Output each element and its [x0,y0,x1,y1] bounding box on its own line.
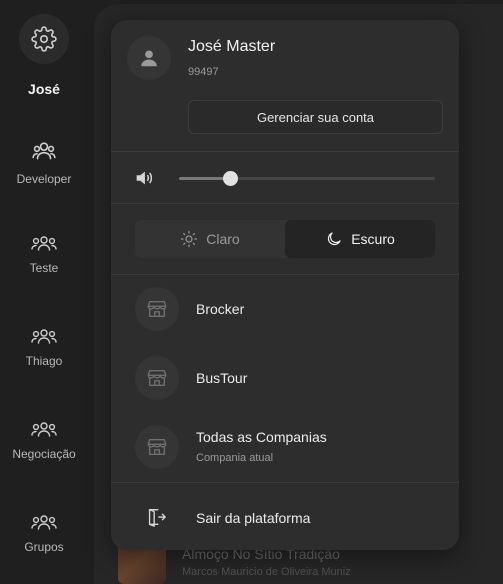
account-menu-panel: José Master 99497 Gerenciar sua conta Cl… [111,20,459,550]
group-icon [31,422,57,437]
users-gear-icon [32,142,56,160]
user-icon [141,50,157,67]
theme-section: Claro Escuro [111,204,459,275]
volume-control [111,152,459,204]
sidebar-user-label: José [28,81,60,97]
sidebar-item-teste[interactable]: Teste [0,232,88,275]
gear-icon [31,26,57,52]
store-icon [147,369,167,387]
event-owner: Marcos Mauricio de Oliveira Muniz [182,566,351,578]
store-icon [147,300,167,318]
group-icon [31,236,57,251]
group-icon [31,329,57,344]
logout-label: Sair da plataforma [196,510,311,526]
company-name: BusTour [196,370,248,386]
theme-dark-label: Escuro [351,231,395,247]
current-company-label: Compania atual [196,452,274,464]
manage-account-button[interactable]: Gerenciar sua conta [188,100,443,134]
volume-slider-thumb[interactable] [223,171,239,186]
company-item-todas[interactable]: Todas as Companias Compania atual [111,417,459,477]
sidebar-item-negociacao[interactable]: Negociação [0,418,88,461]
sidebar: José Developer Teste Thiago Negociação G… [0,0,88,584]
group-icon [31,515,57,530]
logout-icon [148,508,166,527]
store-icon-wrap [135,425,179,469]
company-item-brocker[interactable]: Brocker [111,279,459,339]
theme-toggle: Claro Escuro [135,220,435,258]
logout-button[interactable]: Sair da plataforma [111,482,459,550]
company-name: Brocker [196,301,245,317]
moon-icon [328,232,341,246]
sidebar-item-label: Teste [29,261,59,275]
theme-light-option[interactable]: Claro [135,220,285,258]
store-icon-wrap [135,356,179,400]
profile-section: José Master 99497 Gerenciar sua conta [111,20,459,152]
sidebar-item-label: Grupos [24,540,64,554]
store-icon-wrap [135,287,179,331]
sidebar-item-label: Thiago [25,354,63,368]
theme-light-label: Claro [206,231,240,247]
user-id: 99497 [188,66,219,78]
sun-icon [181,230,198,248]
sidebar-item-thiago[interactable]: Thiago [0,325,88,368]
user-name: José Master [188,38,276,55]
store-icon [147,438,167,456]
company-name: Todas as Companias [196,429,327,445]
avatar [127,36,171,80]
volume-icon[interactable] [133,167,155,189]
volume-slider[interactable] [179,171,435,186]
sidebar-item-developer[interactable]: Developer [0,137,88,186]
company-item-bustour[interactable]: BusTour [111,348,459,408]
sidebar-item-grupos[interactable]: Grupos [0,511,88,554]
sidebar-item-label: Developer [16,172,72,186]
sidebar-item-label: Negociação [12,447,76,461]
sidebar-user[interactable]: José [0,14,88,97]
theme-dark-option[interactable]: Escuro [285,220,435,258]
settings-button[interactable] [19,14,69,64]
